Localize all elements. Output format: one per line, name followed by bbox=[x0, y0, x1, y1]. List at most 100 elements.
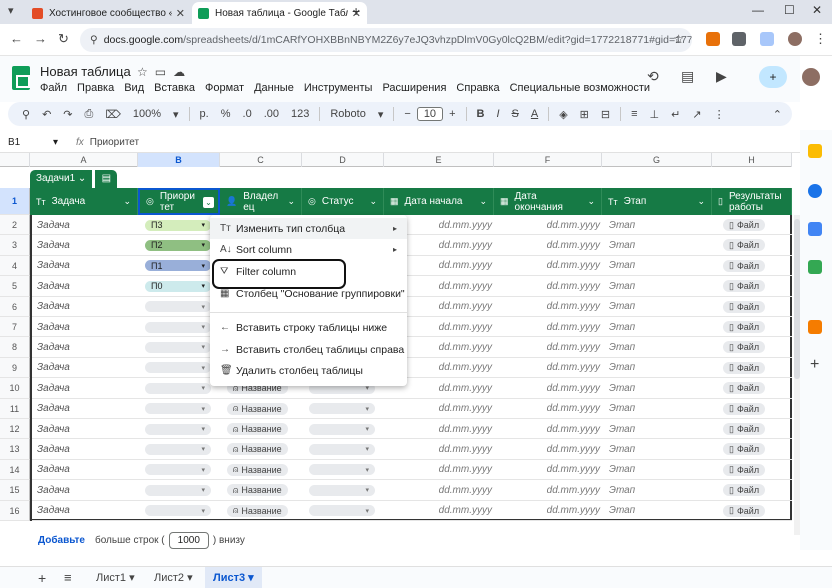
table-header-stage[interactable]: Tт Этап ⌄ bbox=[602, 188, 712, 215]
row-header[interactable]: 13 bbox=[0, 439, 30, 460]
task-cell[interactable]: Задача bbox=[32, 337, 140, 357]
minimize-icon[interactable]: — bbox=[752, 3, 764, 17]
font-size-increase-button[interactable]: + bbox=[443, 108, 461, 120]
chevron-down-icon[interactable]: ▾ bbox=[372, 108, 390, 121]
status-chip[interactable]: ▾ bbox=[309, 505, 375, 517]
row-header[interactable]: 12 bbox=[0, 419, 30, 440]
meet-icon[interactable]: ▶ bbox=[716, 68, 727, 85]
end-date-cell[interactable]: dd.mm.yyyy bbox=[532, 337, 604, 357]
priority-cell[interactable]: ▾ bbox=[140, 460, 222, 480]
table-header-start-date[interactable]: ▦ Дата начала ⌄ bbox=[384, 188, 494, 215]
file-chip[interactable]: ▯ Файл bbox=[723, 219, 766, 231]
stage-cell[interactable]: Этап bbox=[604, 399, 714, 419]
column-header-a[interactable]: A bbox=[30, 153, 138, 167]
bold-button[interactable]: B bbox=[471, 108, 491, 120]
file-chip[interactable]: ▯ Файл bbox=[723, 463, 766, 476]
start-date-cell[interactable]: dd.mm.yyyy bbox=[422, 358, 496, 378]
text-wrap-icon[interactable]: ↵ bbox=[665, 108, 686, 121]
name-box[interactable]: B1 ▾ bbox=[0, 137, 62, 148]
file-cell[interactable]: ▯ Файл bbox=[718, 215, 794, 235]
menu-item-tools[interactable]: Инструменты bbox=[304, 82, 373, 94]
priority-cell[interactable]: ▾ bbox=[140, 419, 222, 439]
file-chip[interactable]: ▯ Файл bbox=[723, 259, 766, 272]
add-sheet-icon[interactable]: + bbox=[30, 567, 54, 588]
table-header-task[interactable]: Tт Задача ⌄ bbox=[30, 188, 138, 215]
stage-cell[interactable]: Этап bbox=[604, 480, 714, 500]
add-rows-button[interactable]: Добавьте bbox=[38, 535, 85, 546]
file-cell[interactable]: ▯ Файл bbox=[718, 378, 794, 398]
task-cell[interactable]: Задача bbox=[32, 297, 140, 317]
contacts-icon[interactable] bbox=[808, 222, 822, 236]
end-date-cell[interactable]: dd.mm.yyyy bbox=[532, 419, 604, 439]
priority-chip[interactable]: П3 ▾ bbox=[145, 219, 211, 231]
select-all-corner[interactable] bbox=[0, 153, 30, 167]
undo-icon[interactable]: ↶ bbox=[36, 108, 57, 121]
file-chip[interactable]: ▯ Файл bbox=[723, 280, 766, 293]
start-date-cell[interactable]: dd.mm.yyyy bbox=[422, 337, 496, 357]
menu-item-help[interactable]: Справка bbox=[456, 82, 499, 94]
status-cell[interactable]: ▾ bbox=[304, 480, 386, 500]
task-cell[interactable]: Задача bbox=[32, 439, 140, 459]
text-rotation-icon[interactable]: ↗ bbox=[686, 108, 707, 121]
office-addon-icon[interactable] bbox=[808, 320, 822, 334]
menu-item-insert[interactable]: Вставка bbox=[154, 82, 195, 94]
file-chip[interactable]: ▯ Файл bbox=[723, 341, 766, 354]
percent-format-button[interactable]: % bbox=[215, 108, 237, 120]
more-formats-button[interactable]: 123 bbox=[285, 108, 315, 120]
stage-cell[interactable]: Этап bbox=[604, 501, 714, 521]
file-cell[interactable]: ▯ Файл bbox=[718, 317, 794, 337]
reload-icon[interactable]: ↻ bbox=[58, 31, 69, 47]
browser-menu-icon[interactable]: ⋮ bbox=[814, 31, 827, 47]
all-sheets-icon[interactable]: ≡ bbox=[56, 567, 80, 588]
end-date-cell[interactable]: dd.mm.yyyy bbox=[532, 276, 604, 296]
chevron-down-icon[interactable]: ⌄ bbox=[287, 196, 295, 207]
end-date-cell[interactable]: dd.mm.yyyy bbox=[532, 439, 604, 459]
bookmark-star-icon[interactable]: ☆ bbox=[673, 32, 684, 46]
horizontal-align-icon[interactable]: ≡ bbox=[625, 108, 643, 120]
sort-column-item[interactable]: A↓ Sort column ▸ bbox=[210, 239, 407, 260]
start-date-cell[interactable]: dd.mm.yyyy bbox=[422, 501, 496, 521]
status-chip[interactable]: ▾ bbox=[309, 423, 375, 435]
file-chip[interactable]: ▯ Файл bbox=[723, 300, 766, 313]
column-header-f[interactable]: F bbox=[494, 153, 602, 167]
window-close-icon[interactable]: ✕ bbox=[812, 3, 822, 17]
strikethrough-button[interactable]: S bbox=[506, 108, 525, 120]
start-date-cell[interactable]: dd.mm.yyyy bbox=[422, 419, 496, 439]
maps-icon[interactable] bbox=[808, 260, 822, 274]
row-header[interactable]: 2 bbox=[0, 215, 30, 236]
start-date-cell[interactable]: dd.mm.yyyy bbox=[422, 480, 496, 500]
file-cell[interactable]: ▯ Файл bbox=[718, 256, 794, 276]
person-chip[interactable]: ⍝Название bbox=[227, 463, 288, 476]
priority-chip[interactable]: ▾ bbox=[145, 362, 211, 374]
move-folder-icon[interactable]: ▭ bbox=[155, 65, 173, 79]
owner-cell[interactable]: ⍝Название bbox=[222, 501, 304, 521]
file-chip[interactable]: ▯ Файл bbox=[723, 239, 766, 252]
priority-chip[interactable]: ▾ bbox=[145, 423, 211, 435]
row-header[interactable]: 14 bbox=[0, 459, 30, 481]
file-chip[interactable]: ▯ Файл bbox=[723, 382, 766, 395]
zoom-select[interactable]: 100% bbox=[127, 108, 167, 120]
formula-input[interactable]: Приоритет bbox=[90, 137, 139, 148]
row-header[interactable]: 7 bbox=[0, 317, 30, 338]
file-chip[interactable]: ▯ Файл bbox=[723, 443, 766, 456]
person-chip[interactable]: ⍝Название bbox=[227, 402, 288, 415]
italic-button[interactable]: I bbox=[490, 108, 505, 120]
start-date-cell[interactable]: dd.mm.yyyy bbox=[422, 276, 496, 296]
task-cell[interactable]: Задача bbox=[32, 399, 140, 419]
delete-column-item[interactable]: 🗑 Удалить столбец таблицы bbox=[210, 360, 407, 381]
start-date-cell[interactable]: dd.mm.yyyy bbox=[422, 256, 496, 276]
file-cell[interactable]: ▯ Файл bbox=[718, 358, 794, 378]
borders-icon[interactable]: ⊞ bbox=[574, 108, 595, 121]
file-chip[interactable]: ▯ Файл bbox=[723, 504, 766, 517]
history-icon[interactable]: ⟲ bbox=[647, 68, 659, 85]
priority-chip[interactable]: ▾ bbox=[145, 341, 211, 353]
sheet-tab-2[interactable]: Лист2 ▾ bbox=[146, 567, 201, 588]
menu-item-data[interactable]: Данные bbox=[254, 82, 294, 94]
status-cell[interactable]: ▾ bbox=[304, 439, 386, 459]
menu-item-accessibility[interactable]: Специальные возможности bbox=[510, 82, 650, 94]
print-icon[interactable]: ⎙ bbox=[79, 108, 100, 121]
column-header-e[interactable]: E bbox=[384, 153, 494, 167]
row-header[interactable]: 6 bbox=[0, 296, 30, 317]
sheet-tab-1[interactable]: Лист1 ▾ bbox=[88, 567, 143, 588]
task-cell[interactable]: Задача bbox=[32, 419, 140, 439]
